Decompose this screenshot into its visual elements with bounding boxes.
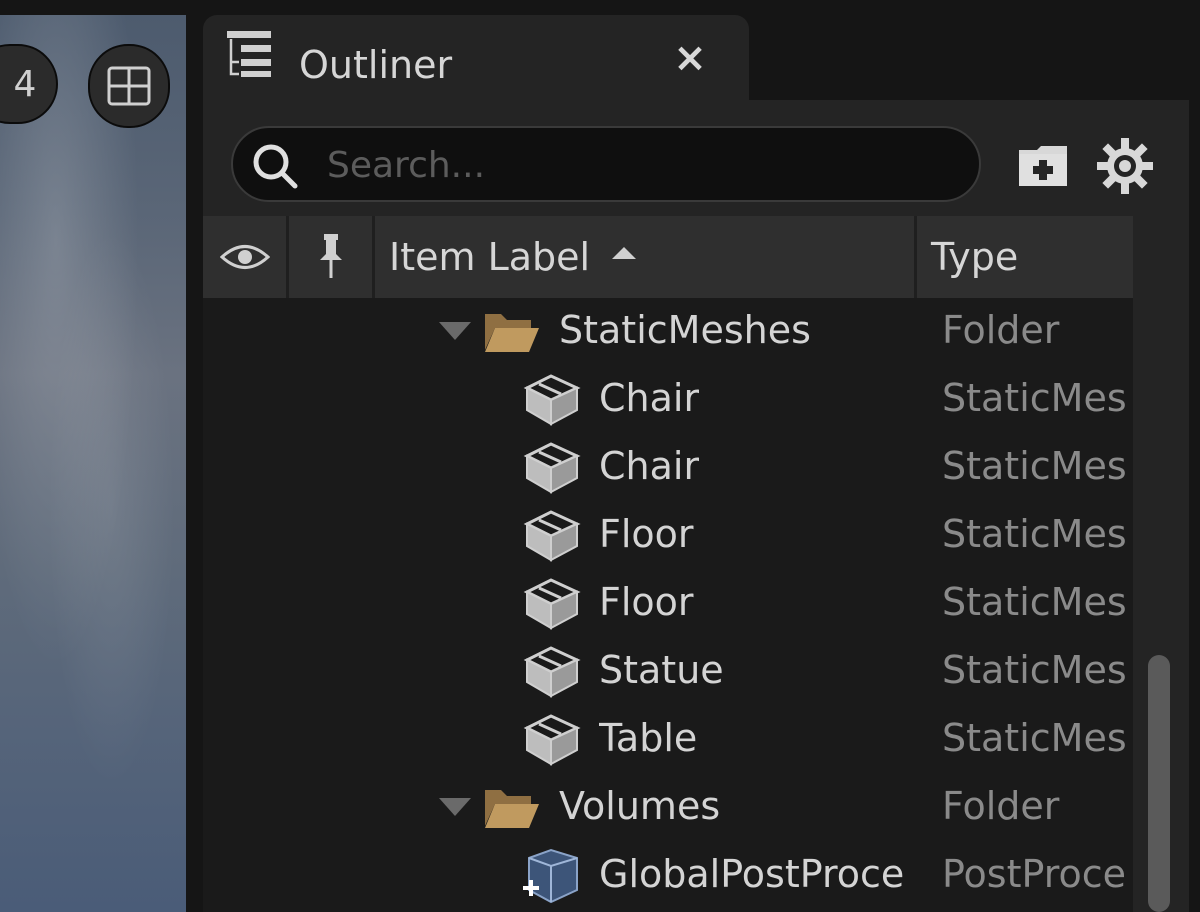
search-input[interactable] (325, 136, 949, 194)
expand-arrow-icon[interactable] (439, 322, 471, 340)
tree-row-folder[interactable]: Volumes Folder (203, 774, 1133, 842)
row-label: Statue (599, 648, 724, 692)
viewport-layout-button[interactable] (88, 44, 170, 128)
static-mesh-icon (523, 510, 581, 562)
row-label: StaticMeshes (559, 308, 811, 352)
viewport[interactable]: 4 (0, 15, 186, 912)
static-mesh-icon (523, 442, 581, 494)
tab-title: Outliner (299, 43, 453, 87)
visibility-column-header[interactable] (203, 216, 289, 298)
close-tab-button[interactable]: × (665, 33, 715, 83)
outliner-tab[interactable]: Outliner × (203, 15, 749, 103)
row-label: Chair (599, 376, 700, 420)
search-icon (253, 144, 298, 189)
type-column-header[interactable]: Type (917, 216, 1133, 298)
row-type: StaticMes (942, 444, 1127, 488)
post-process-volume-icon (523, 848, 578, 904)
pin-column-header[interactable] (289, 216, 375, 298)
column-header-row: Item Label Type (203, 216, 1133, 298)
row-label: Floor (599, 512, 694, 556)
search-box[interactable] (231, 126, 981, 202)
folder-open-icon (485, 314, 539, 352)
viewport-number: 4 (13, 63, 37, 105)
row-type: PostProce (942, 852, 1127, 896)
static-mesh-icon (523, 374, 581, 426)
outliner-tree: StaticMeshes Folder Chair StaticMes Chai… (203, 298, 1133, 912)
expand-arrow-icon[interactable] (439, 798, 471, 816)
tree-row-mesh[interactable]: Chair StaticMes (203, 366, 1133, 434)
type-header-text: Type (931, 235, 1019, 279)
row-label: Floor (599, 580, 694, 624)
row-type: StaticMes (942, 376, 1127, 420)
pin-icon (319, 234, 342, 278)
outliner-panel: Item Label Type StaticMeshes Folder Ch (203, 100, 1189, 912)
row-type: StaticMes (942, 580, 1127, 624)
layout-grid-icon (107, 66, 151, 106)
row-label: Volumes (559, 784, 721, 828)
outliner-icon (227, 31, 271, 77)
gear-icon[interactable] (1095, 136, 1155, 196)
item-label-column-header[interactable]: Item Label (375, 216, 917, 298)
row-type: StaticMes (942, 512, 1127, 556)
tree-row-folder[interactable]: StaticMeshes Folder (203, 298, 1133, 366)
viewport-number-button[interactable]: 4 (0, 44, 58, 124)
scrollbar[interactable] (1148, 655, 1170, 912)
row-label: GlobalPostProce (599, 852, 905, 896)
eye-icon (219, 245, 270, 269)
add-folder-icon[interactable] (1015, 136, 1071, 192)
top-strip (0, 0, 1200, 15)
row-type: Folder (942, 308, 1060, 352)
tree-row-mesh[interactable]: Floor StaticMes (203, 502, 1133, 570)
item-label-header-text: Item Label (389, 235, 591, 279)
row-type: StaticMes (942, 648, 1127, 692)
sort-ascending-icon (612, 247, 637, 259)
close-icon: × (673, 35, 707, 81)
tree-row-mesh[interactable]: Statue StaticMes (203, 638, 1133, 706)
tree-row-mesh[interactable]: Chair StaticMes (203, 434, 1133, 502)
row-type: StaticMes (942, 716, 1127, 760)
row-type: Folder (942, 784, 1060, 828)
static-mesh-icon (523, 714, 581, 766)
tree-row-mesh[interactable]: Floor StaticMes (203, 570, 1133, 638)
folder-open-icon (485, 790, 539, 828)
static-mesh-icon (523, 578, 581, 630)
tree-row-volume[interactable]: GlobalPostProce PostProce (203, 842, 1133, 910)
static-mesh-icon (523, 646, 581, 698)
row-label: Table (599, 716, 698, 760)
row-label: Chair (599, 444, 700, 488)
tree-row-mesh[interactable]: Table StaticMes (203, 706, 1133, 774)
